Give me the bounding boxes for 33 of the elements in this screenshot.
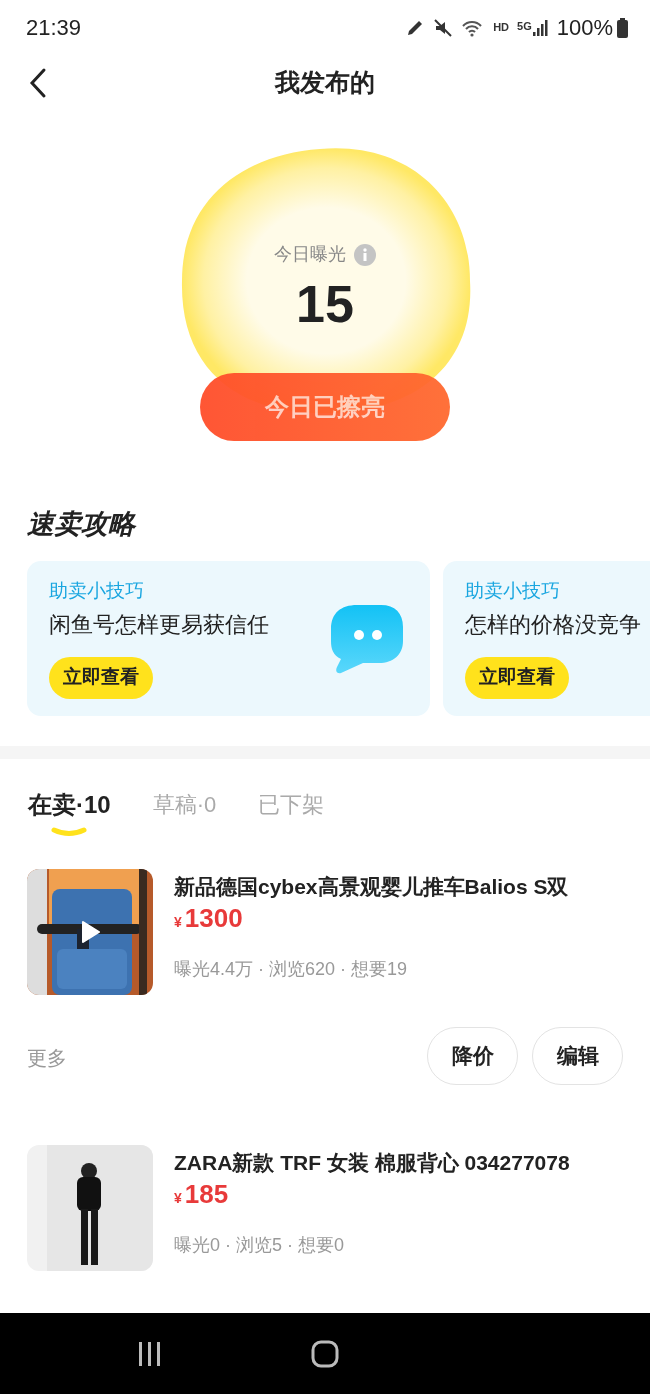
signal-icon xyxy=(531,17,549,38)
item-title: 新品德国cybex高景观婴儿推车Balios S双 xyxy=(174,874,569,900)
section-title: 速卖攻略 xyxy=(26,508,138,541)
view-button[interactable]: 立即查看 xyxy=(465,656,569,699)
tip-title: 怎样的价格没竞争 xyxy=(465,610,642,639)
item-stats: 曝光4.4万 · 浏览620 · 想要19 xyxy=(174,957,409,981)
network-label: HD xyxy=(493,20,510,36)
action-button[interactable]: 编辑 xyxy=(532,1027,623,1085)
mute-icon xyxy=(433,17,454,38)
back-button[interactable] xyxy=(28,67,48,99)
tip-tag: 助卖小技巧 xyxy=(49,577,408,606)
clock-time: 21:39 xyxy=(26,14,82,42)
view-button[interactable]: 立即查看 xyxy=(49,656,153,699)
chat-bubble-icon xyxy=(329,603,405,675)
tip-title: 闲鱼号怎样更易获信任 xyxy=(49,610,270,639)
tab-underline xyxy=(51,827,88,837)
cellular-label: 5G xyxy=(517,18,532,34)
battery-percent: 100% xyxy=(556,14,613,42)
recents-button[interactable] xyxy=(138,1341,161,1366)
item-price: ¥185 xyxy=(174,1178,230,1210)
exposure-count: 15 xyxy=(295,276,355,334)
battery-icon xyxy=(617,17,628,38)
item-title: ZARA新款 TRF 女装 棉服背心 034277078 xyxy=(174,1150,570,1176)
action-button[interactable]: 降价 xyxy=(427,1027,518,1085)
item-price: ¥1300 xyxy=(174,902,244,934)
home-button[interactable] xyxy=(311,1339,339,1368)
page-title: 我发布的 xyxy=(275,67,375,99)
play-icon xyxy=(81,921,101,943)
info-icon xyxy=(354,243,376,266)
tab[interactable]: 在卖·10 xyxy=(28,789,111,821)
item-stats: 曝光0 · 浏览5 · 想要0 xyxy=(174,1233,346,1257)
exposure-label: 今日曝光 xyxy=(274,243,346,266)
tip-tag: 助卖小技巧 xyxy=(465,577,650,606)
